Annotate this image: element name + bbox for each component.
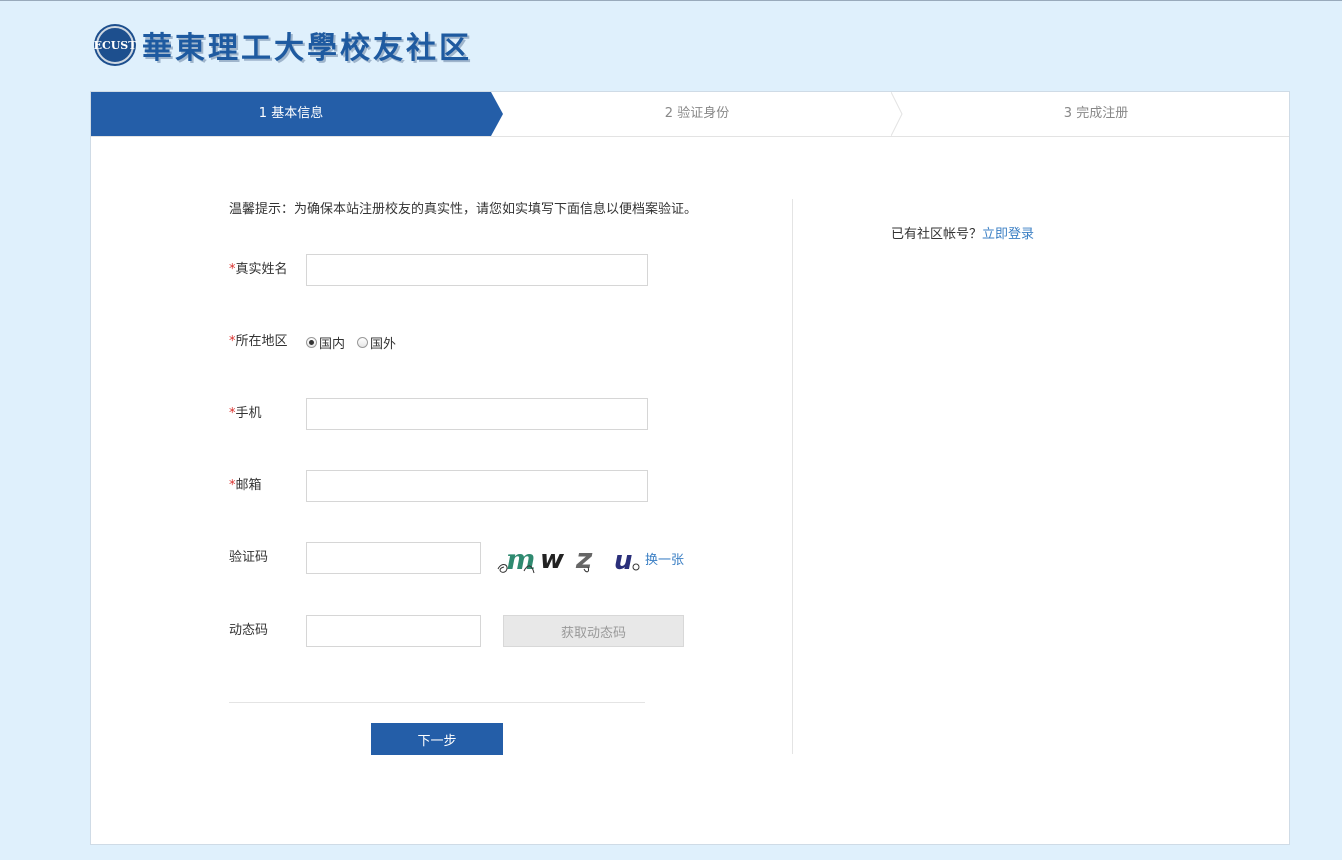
sms-code-label: 动态码 — [229, 623, 269, 638]
real-name-input[interactable] — [306, 254, 648, 286]
step-basic-info: 1 基本信息 — [91, 92, 491, 136]
svg-text:z: z — [575, 542, 593, 575]
svg-text:u: u — [614, 546, 633, 576]
registration-card: 1 基本信息 2 验证身份 3 完成注册 温馨提示：为确保本站注册校友的真实性，… — [90, 91, 1290, 845]
region-label: *所在地区 — [229, 326, 299, 358]
phone-label-text: 手机 — [235, 406, 262, 421]
captcha-label: 验证码 — [229, 550, 269, 565]
login-hint: 已有社区帐号？立即登录 — [891, 223, 1034, 242]
name-label: *真实姓名 — [229, 254, 299, 286]
region-radio-group: 国内 国外 — [306, 326, 408, 358]
region-domestic-radio[interactable]: 国内 — [306, 333, 345, 352]
university-seal-icon: ECUST — [94, 26, 136, 64]
svg-text:w: w — [540, 545, 565, 575]
region-label-text: 所在地区 — [235, 334, 288, 349]
radio-unchecked-icon[interactable] — [357, 336, 369, 348]
step-progress: 1 基本信息 2 验证身份 3 完成注册 — [91, 92, 1289, 137]
next-step-button[interactable]: 下一步 — [371, 723, 503, 755]
phone-input[interactable] — [306, 398, 648, 430]
logo-title: 華東理工大學校友社区 — [142, 31, 472, 66]
email-input[interactable] — [306, 470, 648, 502]
get-sms-code-button[interactable]: 获取动态码 — [503, 615, 684, 647]
login-link[interactable]: 立即登录 — [982, 227, 1034, 242]
step-arrow-icon — [491, 92, 503, 136]
captcha-refresh-link[interactable]: 换一张 — [645, 549, 684, 568]
phone-label: *手机 — [229, 398, 299, 430]
captcha-input[interactable] — [306, 542, 481, 574]
radio-checked-icon[interactable] — [306, 336, 317, 348]
sms-code-input[interactable] — [306, 615, 481, 647]
region-overseas-radio[interactable]: 国外 — [357, 333, 396, 352]
column-divider — [792, 199, 793, 754]
email-label-text: 邮箱 — [235, 478, 262, 493]
svg-text:m: m — [506, 543, 536, 576]
name-label-text: 真实姓名 — [235, 262, 288, 277]
region-option-label: 国外 — [370, 336, 397, 352]
form-divider — [229, 702, 645, 703]
email-label: *邮箱 — [229, 470, 299, 502]
notice-text: 温馨提示：为确保本站注册校友的真实性，请您如实填写下面信息以便档案验证。 — [229, 202, 698, 217]
site-logo[interactable]: ECUST 華東理工大學校友社区 — [94, 23, 472, 67]
has-account-text: 已有社区帐号？ — [891, 227, 983, 242]
step-verify-identity: 2 验证身份 — [664, 106, 730, 121]
step-chevron-icon — [891, 92, 903, 136]
region-option-label: 国内 — [319, 336, 346, 352]
step-complete: 3 完成注册 — [1063, 106, 1129, 121]
captcha-image[interactable]: m w z u — [496, 539, 640, 579]
